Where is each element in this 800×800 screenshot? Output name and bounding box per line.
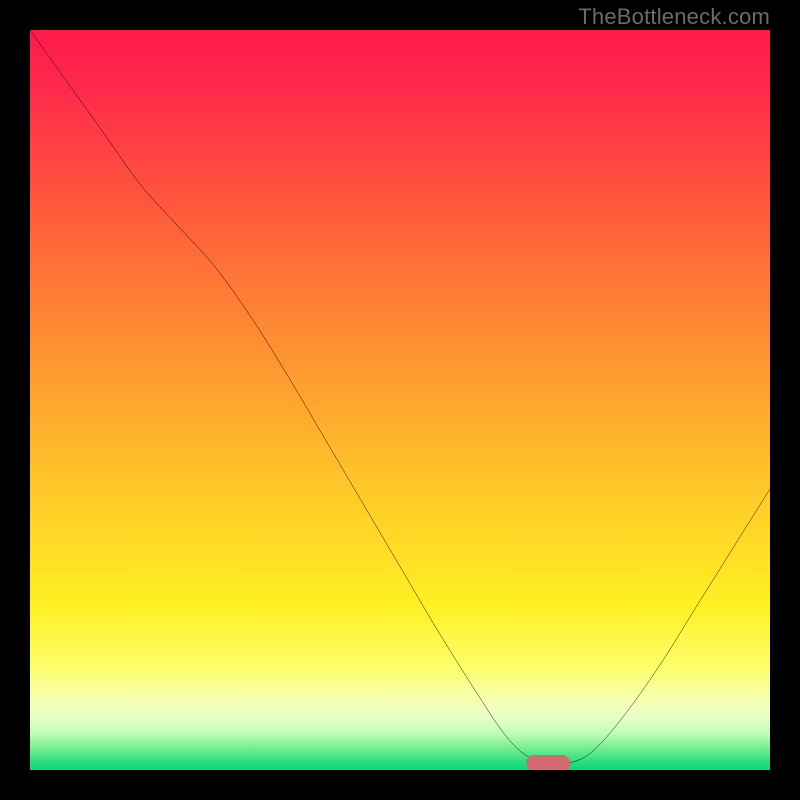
chart-frame: TheBottleneck.com — [0, 0, 800, 800]
sweet-spot-marker — [526, 755, 570, 770]
plot-area — [30, 30, 770, 770]
watermark: TheBottleneck.com — [578, 4, 770, 30]
bottleneck-curve-layer — [30, 30, 770, 770]
bottleneck-curve — [30, 30, 770, 764]
